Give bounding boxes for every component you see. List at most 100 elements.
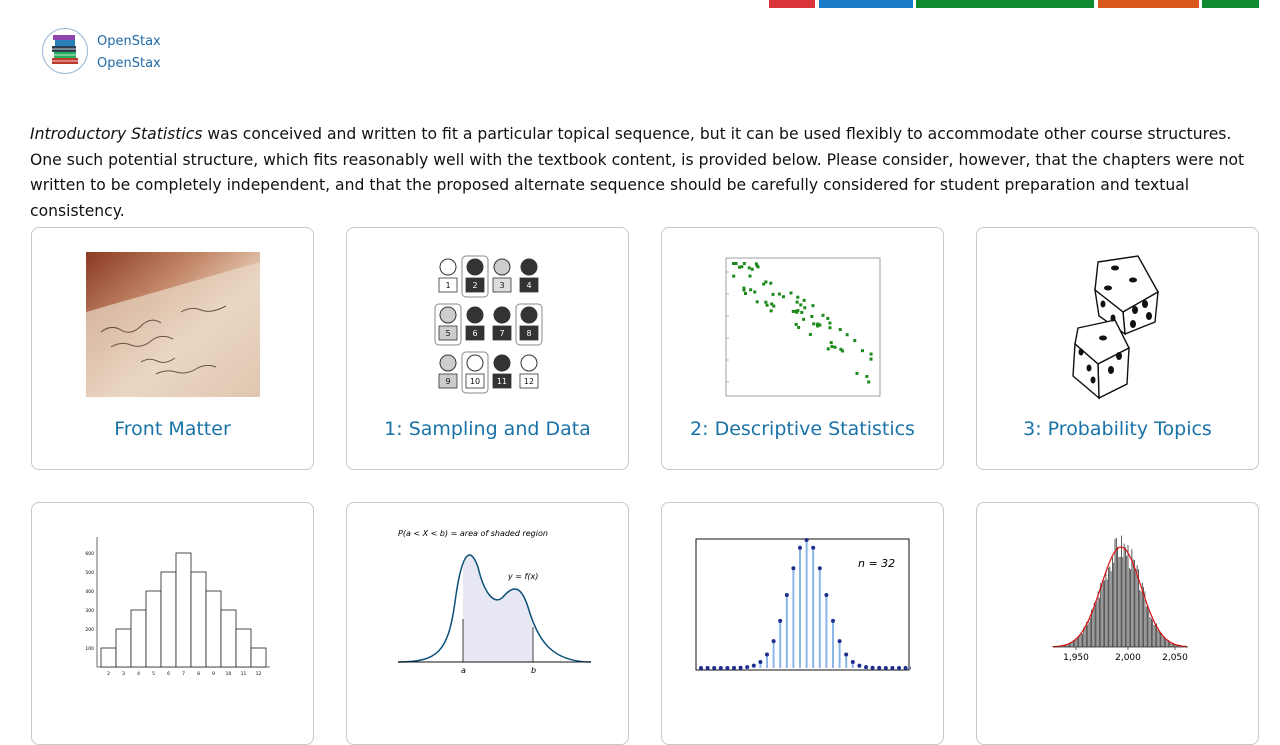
scatter-point <box>808 332 812 336</box>
intro-paragraph: Introductory Statistics was conceived an… <box>30 122 1255 224</box>
x-tick-label: 3 <box>122 671 125 677</box>
stem-point <box>863 665 868 670</box>
card-continuous-distributions[interactable]: P(a < X < b) = area of shaded region y =… <box>346 502 629 745</box>
stem-point <box>876 665 881 670</box>
density-caption: P(a < X < b) = area of shaded region <box>398 529 548 538</box>
scatter-point <box>769 309 773 313</box>
x-tick-label: 7 <box>182 671 185 677</box>
stem-point <box>837 639 842 644</box>
scatter-point <box>854 371 858 375</box>
y-tick-label: 400 <box>85 589 94 595</box>
scatter-point <box>750 267 754 271</box>
y-tick-label: 500 <box>85 570 94 576</box>
sample-number: 4 <box>526 281 531 290</box>
scatter-point <box>845 333 849 337</box>
x-tick-label: 2,000 <box>1115 653 1141 663</box>
scatter-point <box>799 310 803 314</box>
scatter-point <box>810 304 814 308</box>
sample-number: 5 <box>445 329 450 338</box>
scatter-point <box>795 295 799 299</box>
books-icon[interactable] <box>42 28 88 74</box>
scatter-point <box>825 316 829 320</box>
stem-point <box>896 665 901 670</box>
stem-point <box>790 566 795 571</box>
x-tick-label: 1,950 <box>1063 653 1089 663</box>
card-normal[interactable]: 1,950 2,000 2,050 <box>976 502 1259 745</box>
scatter-point <box>869 352 873 356</box>
binomial-stem-image: n = 32 <box>695 538 911 671</box>
scatter-point <box>768 281 772 285</box>
card-discrete-distributions[interactable]: 2 3 4 5 6 7 8 9 10 11 12 600 500 400 300 200 100 <box>31 502 314 745</box>
scatter-point <box>864 375 868 379</box>
scatter-point <box>765 303 769 307</box>
sample-number: 11 <box>496 377 506 386</box>
scatter-point <box>827 326 831 330</box>
scatter-point <box>833 345 837 349</box>
histogram-bar <box>190 571 206 668</box>
scatter-point <box>788 291 792 295</box>
x-tick-label: 6 <box>167 671 170 677</box>
scatter-point <box>752 290 756 294</box>
handwritten-paper-image <box>85 252 260 397</box>
stem-point <box>797 545 802 550</box>
x-tick-label: 10 <box>225 671 231 677</box>
scatter-point <box>827 321 831 325</box>
card-binomial[interactable]: n = 32 <box>661 502 944 745</box>
n-label: n = 32 <box>858 557 895 570</box>
scatter-point <box>742 288 746 292</box>
card-title[interactable]: Front Matter <box>32 418 313 440</box>
stem-point <box>883 665 888 670</box>
histogram-bar <box>160 571 176 668</box>
x-tick-label: 5 <box>152 671 155 677</box>
card-probability-topics[interactable]: 3: Probability Topics <box>976 227 1259 470</box>
fn-label: y = f(x) <box>507 572 538 581</box>
histogram-image: 2 3 4 5 6 7 8 9 10 11 12 600 500 400 300 200 100 <box>85 537 270 677</box>
dice-image <box>1071 255 1159 400</box>
card-title[interactable]: 2: Descriptive Statistics <box>662 418 943 440</box>
top-toolbar <box>769 0 1259 8</box>
card-title[interactable]: 1: Sampling and Data <box>347 418 628 440</box>
sample-number: 1 <box>445 281 450 290</box>
scatter-point <box>826 347 830 351</box>
y-tick-label: 600 <box>85 551 94 557</box>
card-front-matter[interactable]: Front Matter <box>31 227 314 470</box>
library-link-1[interactable]: OpenStax <box>97 31 161 53</box>
y-tick-label: 200 <box>85 627 94 633</box>
toolbar-button-blue[interactable] <box>819 0 913 8</box>
book-title: Introductory Statistics <box>30 125 203 143</box>
stem-point <box>856 663 861 668</box>
scatter-point <box>852 339 856 343</box>
scatter-point <box>742 262 746 265</box>
scatter-point <box>801 317 805 321</box>
library-link-2[interactable]: OpenStax <box>97 53 161 75</box>
card-sampling-and-data[interactable]: 1 2 3 4 5 6 7 8 9 10 11 12 1: Sampling and Data <box>346 227 629 470</box>
scatter-point <box>798 303 802 307</box>
card-title[interactable]: 3: Probability Topics <box>977 418 1258 440</box>
sample-number: 8 <box>526 329 531 338</box>
scatter-point <box>747 266 751 270</box>
scatter-plot-image <box>725 257 880 397</box>
histogram-bar <box>220 609 236 668</box>
scatter-point <box>796 326 800 330</box>
scatter-point <box>802 298 806 302</box>
stem-point <box>817 566 822 571</box>
scatter-point <box>802 306 806 310</box>
scatter-point <box>866 380 870 384</box>
toolbar-button-green-2[interactable] <box>1202 0 1259 8</box>
card-descriptive-statistics[interactable]: 2: Descriptive Statistics <box>661 227 944 470</box>
scatter-point <box>809 314 813 318</box>
scatter-point <box>769 302 773 306</box>
toolbar-button-orange[interactable] <box>1098 0 1199 8</box>
scatter-point <box>763 280 767 284</box>
histogram-bar <box>250 647 266 668</box>
stem-point <box>784 593 789 598</box>
x-tick-label: 11 <box>240 671 246 677</box>
stem-point <box>810 545 815 550</box>
toolbar-button-green[interactable] <box>916 0 1094 8</box>
x-tick-label: 4 <box>137 671 140 677</box>
scatter-point <box>829 341 833 345</box>
scatter-point <box>771 292 775 296</box>
x-tick-label: 9 <box>212 671 215 677</box>
x-tick-label: 2,050 <box>1162 653 1188 663</box>
toolbar-button-red[interactable] <box>769 0 815 8</box>
